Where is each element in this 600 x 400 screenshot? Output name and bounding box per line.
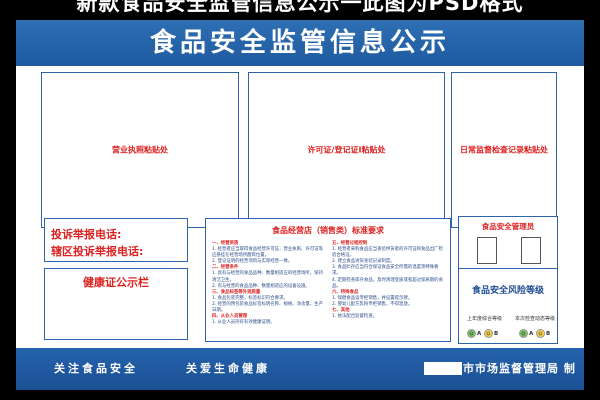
slogan-left: 关注食品安全 bbox=[54, 362, 138, 375]
risk-level-panel: 食品安全风险等级 上年度综合等级 本次检查动态等级 ☺ A ☺ B ☺ A ☺ … bbox=[458, 268, 558, 344]
safety-manager-panel: 食品安全管理员 bbox=[458, 216, 558, 274]
safety-manager-title: 食品安全管理员 bbox=[481, 222, 535, 231]
requirements-column-left: 一、经营资质 1. 经营者应当取得食品经营许可证，营业执照、许可证等应悬挂在经营场… bbox=[212, 241, 324, 326]
slogan-right: 关爱生命健康 bbox=[186, 362, 270, 375]
top-caption: 新款食品安全监管信息公示一此图为PSD格式 bbox=[76, 0, 524, 13]
district-phone-label: 辖区投诉举报电话: bbox=[51, 245, 144, 258]
requirements-right-line: 4. 定期检查库存食品，及时清理变质或者超过保质期的食品。 bbox=[332, 277, 443, 289]
requirements-left-line: 2. 有与经营的食品品种、数量相适应的设备设施。 bbox=[212, 283, 310, 289]
requirements-right-line: 1. 依法配合监督检查。 bbox=[332, 314, 378, 320]
footer-bar: 关注食品安全 关爱生命健康 市市场监督管理局 制 bbox=[16, 348, 584, 390]
requirements-column-right: 五、经营过程控制 1. 经营者采购食品应当查验供货者的许可证和食品出厂检验合格证。… bbox=[332, 241, 444, 320]
health-certificate-title: 健康证公示栏 bbox=[83, 276, 149, 289]
permit-panel: 许可证/登记证I粘贴处 bbox=[248, 72, 445, 228]
grade-a-face-icon: ☺ bbox=[519, 329, 528, 338]
manager-photo-slot-2 bbox=[521, 237, 541, 264]
risk-left-label: 上年度综合等级 bbox=[467, 316, 503, 322]
requirements-right-line: 1. 经营者采购食品应当查验供货者的许可证和食品出厂检验合格证。 bbox=[332, 247, 443, 259]
requirements-left-line: 2. 经营的预包装食品标签标明名称、规格、净含量、生产日期。 bbox=[212, 301, 323, 314]
report-phone-panel: 投诉举报电话: 辖区投诉举报电话: bbox=[44, 218, 188, 262]
health-certificate-panel: 健康证公示栏 bbox=[44, 268, 188, 340]
requirements-left-line: 1. 经营者应当取得食品经营许可证，营业执照、许可证等应悬挂在经营场所醒目位置。 bbox=[212, 247, 323, 259]
banner-title: 食品安全监管信息公示 bbox=[16, 20, 584, 66]
requirements-left-line: 1. 从业人员持有有效健康证明。 bbox=[212, 320, 275, 326]
signature-text: 市市场监督管理局 制 bbox=[463, 362, 576, 375]
grade-b-face-icon: ☺ bbox=[536, 329, 545, 338]
requirements-panel: 食品经营店（销售类）标准要求 一、经营资质 1. 经营者应当取得食品经营许可证，营… bbox=[205, 218, 451, 342]
signature-placeholder bbox=[424, 362, 462, 375]
grade-a-letter: A bbox=[477, 331, 482, 337]
permit-panel-label: 许可证/登记证I粘贴处 bbox=[307, 145, 386, 155]
inspection-panel: 日常监督检查记录粘贴处 bbox=[451, 72, 557, 228]
license-panel-label: 营业执照粘贴处 bbox=[112, 145, 168, 155]
grade-a-face-icon: ☺ bbox=[467, 329, 476, 338]
phone-label: 投诉举报电话: bbox=[51, 228, 122, 241]
requirements-right-line: 3. 食品贮存应当符合保证食品安全所需的温度等特殊要求。 bbox=[332, 265, 439, 277]
license-panel: 营业执照粘贴处 bbox=[41, 72, 239, 228]
requirements-left-line: 1. 具有与经营的食品品种、数量相适应的经营场所，保持清洁卫生。 bbox=[212, 271, 323, 283]
grade-b-letter: B bbox=[546, 331, 551, 337]
risk-right-label: 本次检查动态等级 bbox=[515, 316, 556, 322]
grade-a-letter: A bbox=[529, 331, 534, 337]
manager-photo-slot-1 bbox=[477, 237, 497, 264]
inspection-panel-label: 日常监督检查记录粘贴处 bbox=[460, 145, 548, 155]
risk-level-title: 食品安全风险等级 bbox=[471, 286, 544, 296]
requirements-title: 食品经营店（销售类）标准要求 bbox=[272, 226, 384, 235]
grade-b-face-icon: ☺ bbox=[484, 329, 493, 338]
grade-b-letter: B bbox=[494, 331, 499, 337]
notice-board: 食品安全监管信息公示 营业执照粘贴处 许可证/登记证I粘贴处 日常监督检查记录粘… bbox=[16, 20, 584, 390]
